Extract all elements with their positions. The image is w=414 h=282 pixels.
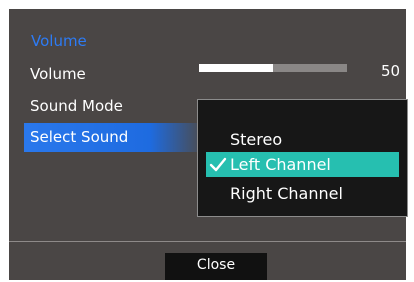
footer-divider: [9, 241, 406, 242]
checkmark-icon: [209, 152, 227, 177]
option-right-channel[interactable]: Right Channel: [206, 181, 399, 206]
osd-panel: Volume Volume 50 Sound Mode Select Sound…: [9, 9, 408, 280]
menu-item-label: Select Sound: [30, 128, 129, 146]
option-label: Stereo: [230, 130, 283, 149]
option-label: Left Channel: [230, 155, 331, 174]
option-stereo[interactable]: Stereo: [206, 127, 399, 152]
option-label: Right Channel: [230, 184, 343, 203]
menu-item-sound-mode[interactable]: Sound Mode: [30, 97, 123, 115]
menu-item-volume[interactable]: Volume: [30, 65, 86, 83]
section-title: Volume: [31, 32, 87, 50]
volume-slider-fill: [199, 64, 273, 72]
volume-slider[interactable]: [199, 64, 347, 72]
menu-item-select-sound[interactable]: Select Sound: [24, 123, 204, 152]
close-button[interactable]: Close: [165, 253, 267, 280]
volume-value: 50: [381, 62, 401, 80]
sound-select-dropdown: Stereo Left Channel Right Channel: [197, 99, 408, 217]
option-left-channel[interactable]: Left Channel: [206, 152, 399, 177]
